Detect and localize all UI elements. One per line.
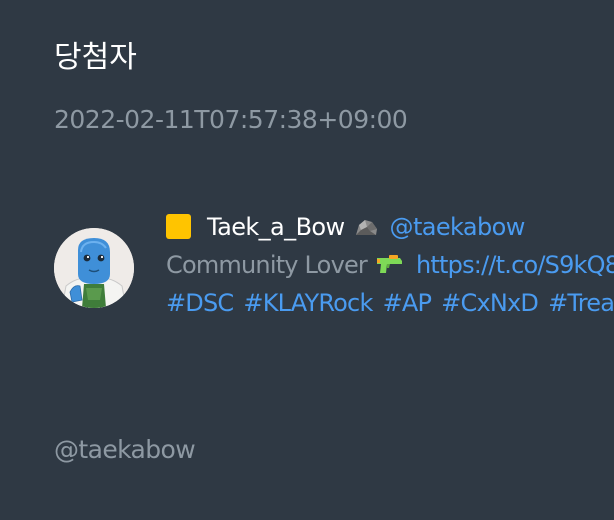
user-name-row: Taek_a_Bow @taekabow bbox=[166, 208, 614, 246]
hashtag-link[interactable]: #Treas bbox=[548, 289, 614, 317]
yellow-square-icon bbox=[166, 214, 191, 239]
user-handle-link[interactable]: @taekabow bbox=[390, 213, 526, 241]
rock-icon bbox=[354, 211, 379, 249]
user-bio: Community Lover bbox=[166, 251, 368, 279]
water-pistol-icon bbox=[375, 249, 404, 287]
hashtag-link[interactable]: #CxNxD bbox=[441, 289, 539, 317]
hashtag-link[interactable]: #AP bbox=[383, 289, 432, 317]
mention-text: @taekabow bbox=[54, 435, 196, 464]
page-title: 당첨자 bbox=[54, 40, 137, 75]
avatar[interactable] bbox=[54, 228, 134, 308]
avatar-image bbox=[54, 228, 134, 308]
user-card: Taek_a_Bow @taekabow Community Lover https… bbox=[166, 208, 614, 322]
timestamp: 2022-02-11T07:57:38+09:00 bbox=[54, 105, 408, 134]
hashtag-link[interactable]: #KLAYRock bbox=[243, 289, 373, 317]
user-bio-row: Community Lover https://t.co/S9kQ8 bbox=[166, 246, 614, 284]
hashtag-link[interactable]: #DSC bbox=[166, 289, 234, 317]
display-name[interactable]: Taek_a_Bow bbox=[207, 213, 345, 241]
bio-link[interactable]: https://t.co/S9kQ8 bbox=[416, 251, 614, 279]
user-hashtags-row: #DSC #KLAYRock #AP #CxNxD #Treas bbox=[166, 284, 614, 322]
